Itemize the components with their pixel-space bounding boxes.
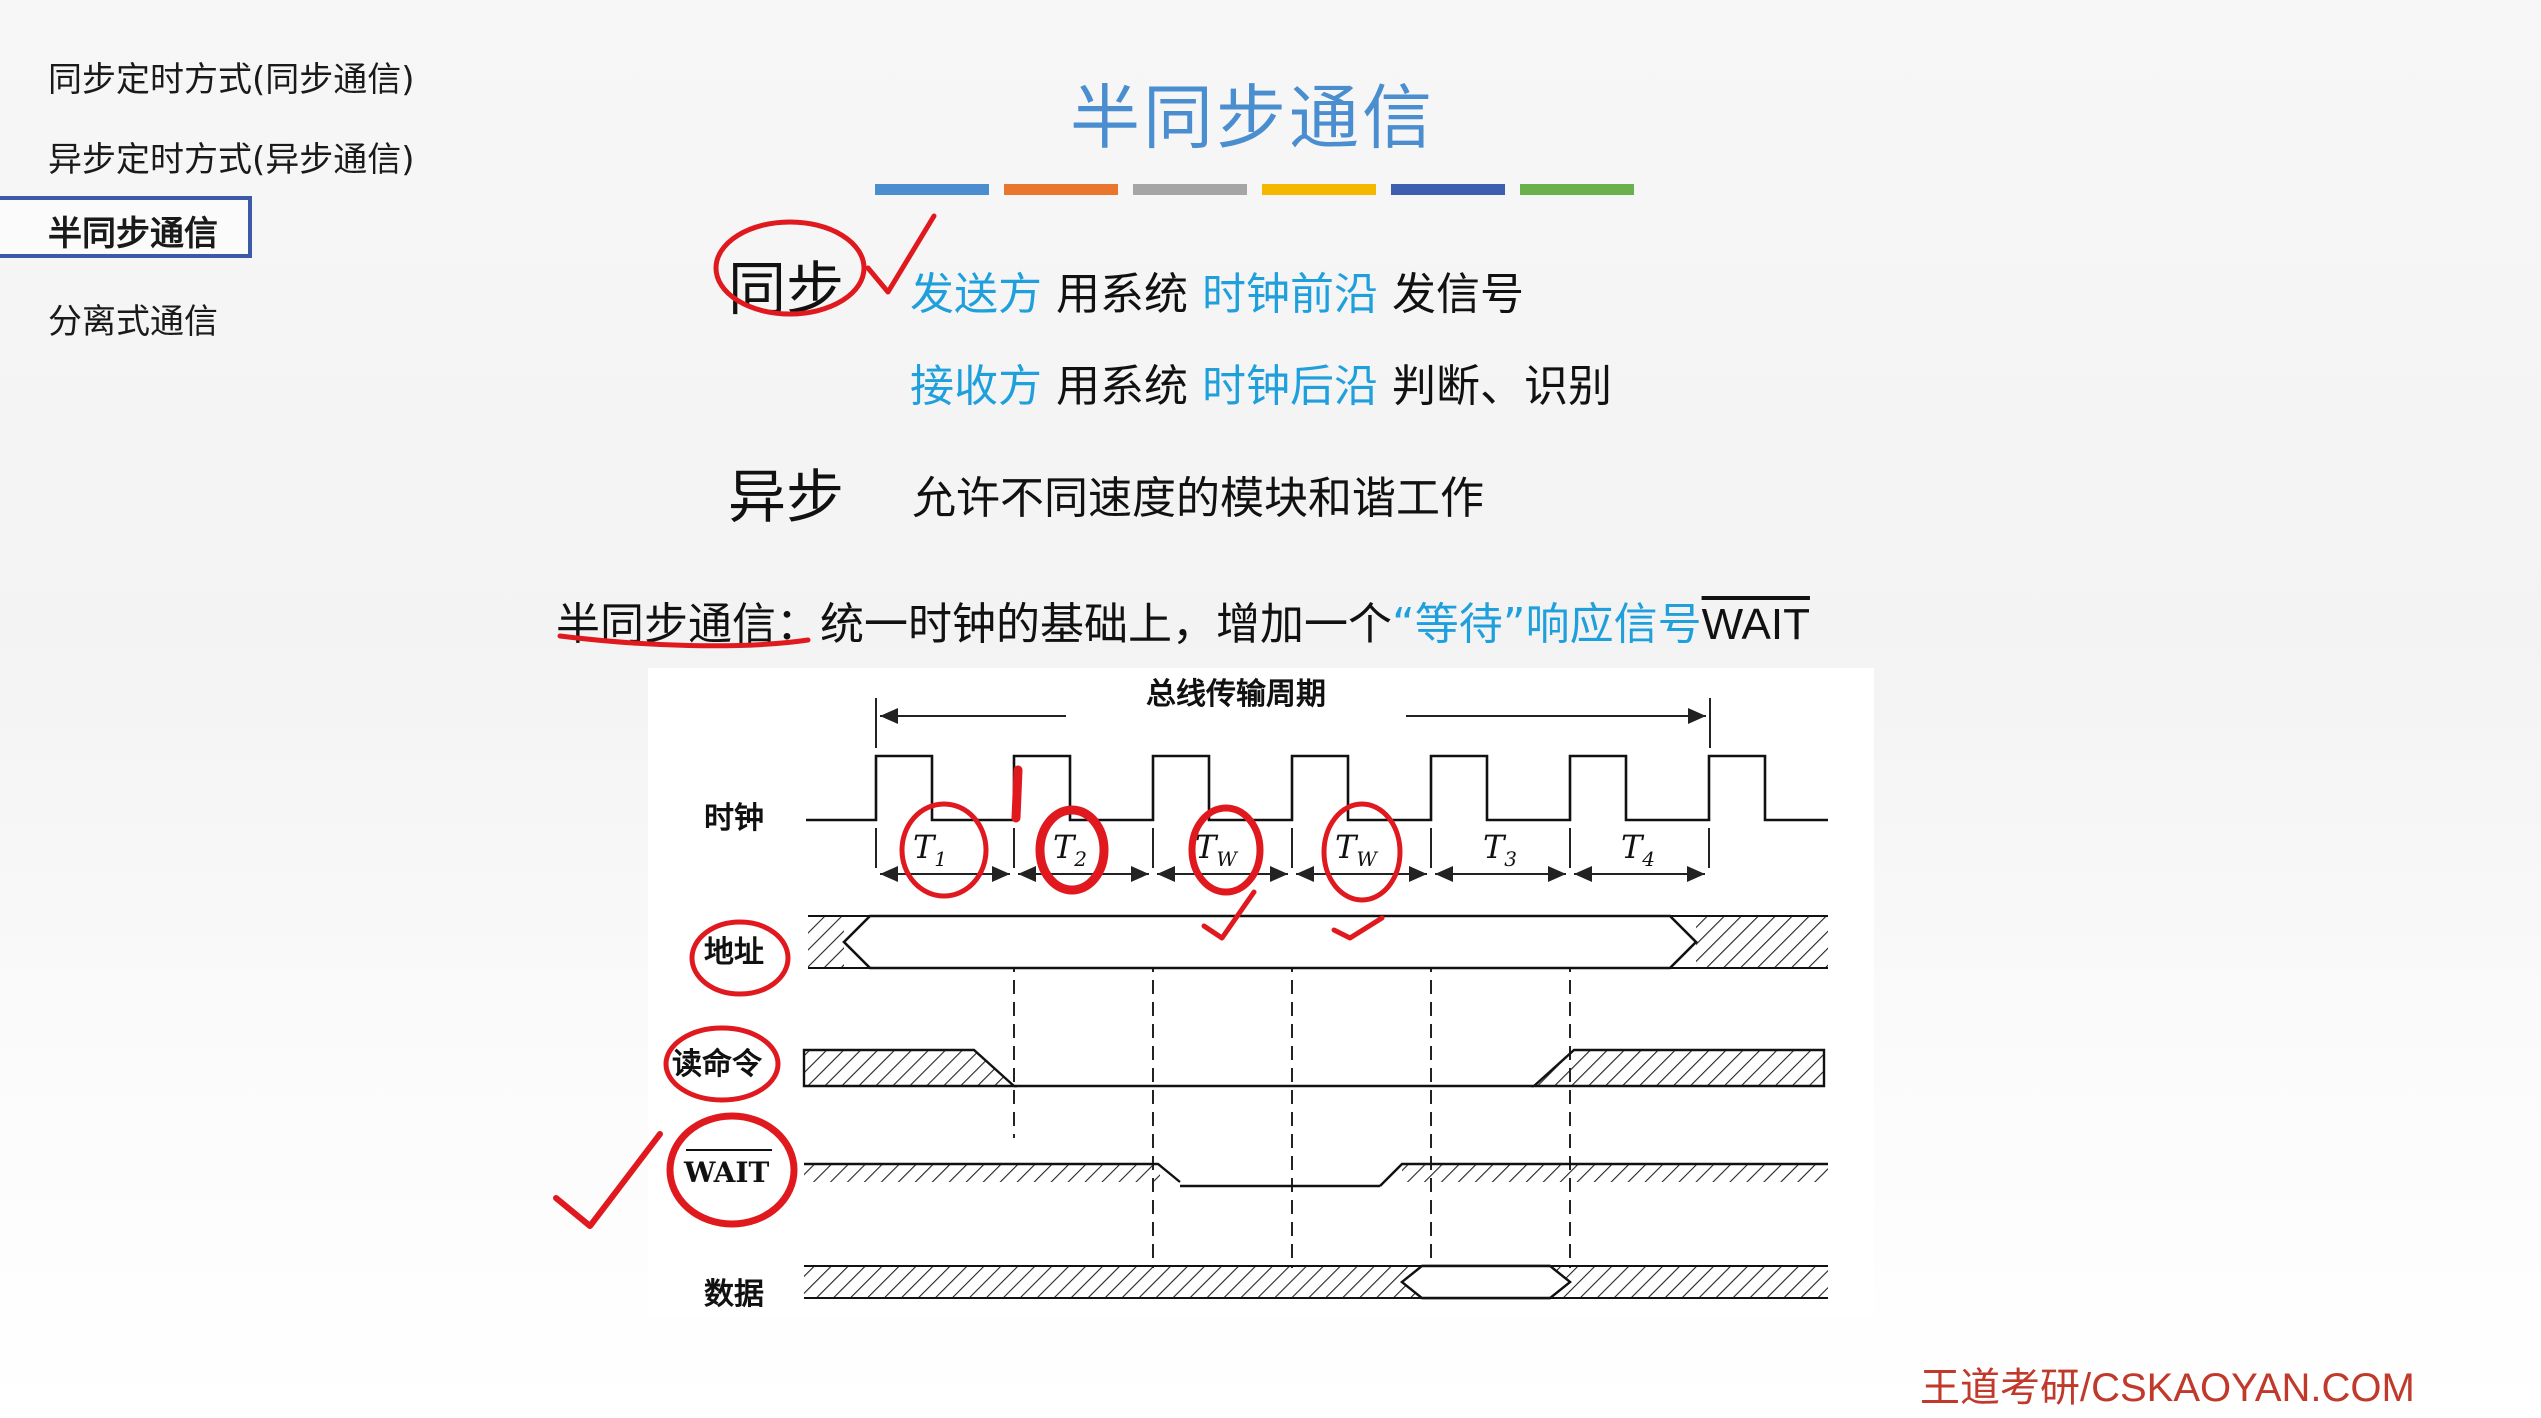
- annotation-underline-semi: [557, 633, 811, 649]
- annotation-check-wait: [553, 1131, 663, 1229]
- site-watermark: 王道考研/CSKAOYAN.COM: [1920, 1366, 2415, 1410]
- annotation-check-sync: [865, 213, 937, 295]
- annotation-check-tw2: [1331, 915, 1385, 941]
- annotation-circle-sync: [713, 219, 867, 317]
- annotation-mark-t2: [1011, 765, 1023, 823]
- annotation-circle-t1: [899, 801, 989, 899]
- annotation-circle-tw1: [1188, 804, 1264, 896]
- annotation-circle-t2: [1035, 805, 1109, 895]
- annotation-circle-wait: [666, 1112, 798, 1228]
- annotation-overlay: [553, 213, 1403, 1229]
- annotation-check-tw1: [1201, 889, 1257, 941]
- annotation-circle-address: [689, 919, 791, 997]
- annotation-circle-read: [663, 1025, 781, 1103]
- annotation-circle-tw2: [1321, 801, 1403, 903]
